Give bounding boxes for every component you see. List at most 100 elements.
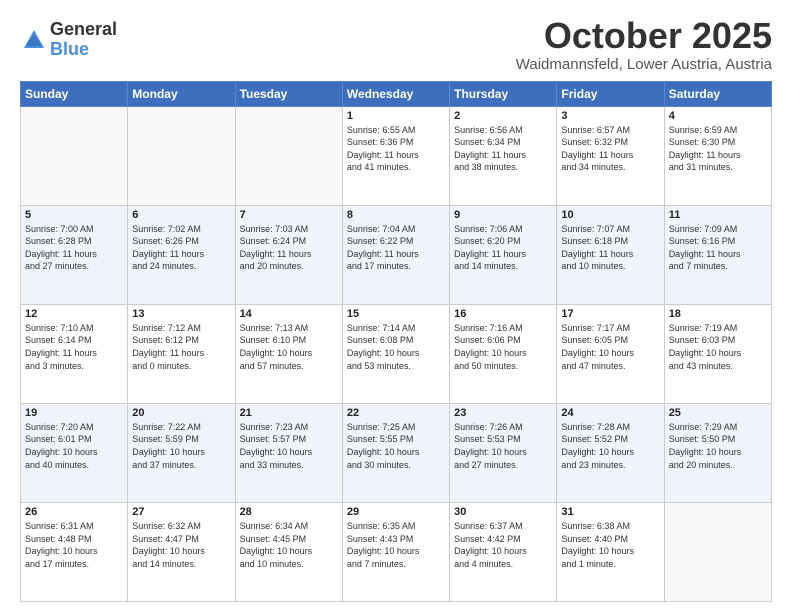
day-number: 17 (561, 308, 659, 320)
day-cell: 24Sunrise: 7:28 AM Sunset: 5:52 PM Dayli… (557, 403, 664, 502)
day-number: 23 (454, 407, 552, 419)
day-info: Sunrise: 7:02 AM Sunset: 6:26 PM Dayligh… (132, 223, 230, 273)
location: Waidmannsfeld, Lower Austria, Austria (516, 56, 772, 73)
day-cell: 16Sunrise: 7:16 AM Sunset: 6:06 PM Dayli… (450, 304, 557, 403)
day-info: Sunrise: 7:03 AM Sunset: 6:24 PM Dayligh… (240, 223, 338, 273)
month-title: October 2025 (516, 16, 772, 56)
day-cell (21, 106, 128, 205)
day-info: Sunrise: 6:56 AM Sunset: 6:34 PM Dayligh… (454, 124, 552, 174)
day-cell: 22Sunrise: 7:25 AM Sunset: 5:55 PM Dayli… (342, 403, 449, 502)
day-number: 27 (132, 506, 230, 518)
logo: General Blue (20, 20, 117, 60)
day-cell: 4 Sunrise: 6:59 AM Sunset: 6:30 PM Daylig… (664, 106, 771, 205)
weekday-header: Sunday (21, 81, 128, 106)
day-cell: 2 Sunrise: 6:56 AM Sunset: 6:34 PM Daylig… (450, 106, 557, 205)
day-info: Sunrise: 7:14 AM Sunset: 6:08 PM Dayligh… (347, 322, 445, 372)
day-number: 12 (25, 308, 123, 320)
weekday-header: Thursday (450, 81, 557, 106)
day-cell: 15 Sunrise: 7:14 AM Sunset: 6:08 PM Dayli… (342, 304, 449, 403)
day-cell: 8 Sunrise: 7:04 AM Sunset: 6:22 PM Daylig… (342, 205, 449, 304)
day-info: Sunrise: 7:17 AM Sunset: 6:05 PM Dayligh… (561, 322, 659, 372)
day-info: Sunrise: 6:55 AM Sunset: 6:36 PM Dayligh… (347, 124, 445, 174)
day-info: Sunrise: 7:06 AM Sunset: 6:20 PM Dayligh… (454, 223, 552, 273)
day-cell: 25 Sunrise: 7:29 AM Sunset: 5:50 PM Dayli… (664, 403, 771, 502)
day-number: 11 (669, 209, 767, 221)
day-info: Sunrise: 7:13 AM Sunset: 6:10 PM Dayligh… (240, 322, 338, 372)
day-cell: 23 Sunrise: 7:26 AM Sunset: 5:53 PM Dayli… (450, 403, 557, 502)
day-info: Sunrise: 7:26 AM Sunset: 5:53 PM Dayligh… (454, 421, 552, 471)
day-cell: 18Sunrise: 7:19 AM Sunset: 6:03 PM Dayli… (664, 304, 771, 403)
day-info: Sunrise: 6:35 AM Sunset: 4:43 PM Dayligh… (347, 520, 445, 570)
logo-icon (20, 26, 48, 54)
week-row: 26 Sunrise: 6:31 AM Sunset: 4:48 PM Dayli… (21, 502, 772, 601)
day-info: Sunrise: 7:20 AM Sunset: 6:01 PM Dayligh… (25, 421, 123, 471)
week-row: 1Sunrise: 6:55 AM Sunset: 6:36 PM Daylig… (21, 106, 772, 205)
day-info: Sunrise: 7:29 AM Sunset: 5:50 PM Dayligh… (669, 421, 767, 471)
day-cell: 11 Sunrise: 7:09 AM Sunset: 6:16 PM Dayli… (664, 205, 771, 304)
day-cell: 21 Sunrise: 7:23 AM Sunset: 5:57 PM Dayli… (235, 403, 342, 502)
day-number: 4 (669, 110, 767, 122)
day-number: 25 (669, 407, 767, 419)
day-cell: 13 Sunrise: 7:12 AM Sunset: 6:12 PM Dayli… (128, 304, 235, 403)
day-cell: 30 Sunrise: 6:37 AM Sunset: 4:42 PM Dayli… (450, 502, 557, 601)
week-row: 12 Sunrise: 7:10 AM Sunset: 6:14 PM Dayli… (21, 304, 772, 403)
day-info: Sunrise: 6:38 AM Sunset: 4:40 PM Dayligh… (561, 520, 659, 570)
day-number: 3 (561, 110, 659, 122)
header: General Blue October 2025 Waidmannsfeld,… (20, 16, 772, 73)
day-number: 5 (25, 209, 123, 221)
day-number: 15 (347, 308, 445, 320)
day-number: 14 (240, 308, 338, 320)
day-info: Sunrise: 7:12 AM Sunset: 6:12 PM Dayligh… (132, 322, 230, 372)
day-info: Sunrise: 7:25 AM Sunset: 5:55 PM Dayligh… (347, 421, 445, 471)
day-number: 30 (454, 506, 552, 518)
calendar: SundayMondayTuesdayWednesdayThursdayFrid… (20, 81, 772, 602)
day-cell: 28 Sunrise: 6:34 AM Sunset: 4:45 PM Dayli… (235, 502, 342, 601)
logo-general-text: General (50, 20, 117, 40)
day-info: Sunrise: 6:59 AM Sunset: 6:30 PM Dayligh… (669, 124, 767, 174)
day-cell (664, 502, 771, 601)
day-cell: 31Sunrise: 6:38 AM Sunset: 4:40 PM Dayli… (557, 502, 664, 601)
day-number: 9 (454, 209, 552, 221)
day-cell: 5 Sunrise: 7:00 AM Sunset: 6:28 PM Daylig… (21, 205, 128, 304)
day-number: 28 (240, 506, 338, 518)
day-number: 26 (25, 506, 123, 518)
day-number: 7 (240, 209, 338, 221)
day-cell: 6Sunrise: 7:02 AM Sunset: 6:26 PM Daylig… (128, 205, 235, 304)
weekday-header: Friday (557, 81, 664, 106)
day-info: Sunrise: 6:31 AM Sunset: 4:48 PM Dayligh… (25, 520, 123, 570)
page: General Blue October 2025 Waidmannsfeld,… (0, 0, 792, 612)
day-number: 29 (347, 506, 445, 518)
day-info: Sunrise: 7:09 AM Sunset: 6:16 PM Dayligh… (669, 223, 767, 273)
day-cell: 14 Sunrise: 7:13 AM Sunset: 6:10 PM Dayli… (235, 304, 342, 403)
day-cell (235, 106, 342, 205)
day-cell: 19 Sunrise: 7:20 AM Sunset: 6:01 PM Dayli… (21, 403, 128, 502)
day-info: Sunrise: 6:37 AM Sunset: 4:42 PM Dayligh… (454, 520, 552, 570)
day-info: Sunrise: 6:57 AM Sunset: 6:32 PM Dayligh… (561, 124, 659, 174)
day-cell: 26 Sunrise: 6:31 AM Sunset: 4:48 PM Dayli… (21, 502, 128, 601)
day-cell: 12 Sunrise: 7:10 AM Sunset: 6:14 PM Dayli… (21, 304, 128, 403)
day-cell: 3 Sunrise: 6:57 AM Sunset: 6:32 PM Daylig… (557, 106, 664, 205)
day-info: Sunrise: 7:07 AM Sunset: 6:18 PM Dayligh… (561, 223, 659, 273)
title-block: October 2025 Waidmannsfeld, Lower Austri… (516, 16, 772, 73)
day-number: 19 (25, 407, 123, 419)
day-info: Sunrise: 7:00 AM Sunset: 6:28 PM Dayligh… (25, 223, 123, 273)
day-info: Sunrise: 7:23 AM Sunset: 5:57 PM Dayligh… (240, 421, 338, 471)
day-cell: 17 Sunrise: 7:17 AM Sunset: 6:05 PM Dayli… (557, 304, 664, 403)
day-info: Sunrise: 7:10 AM Sunset: 6:14 PM Dayligh… (25, 322, 123, 372)
week-row: 5 Sunrise: 7:00 AM Sunset: 6:28 PM Daylig… (21, 205, 772, 304)
day-info: Sunrise: 6:32 AM Sunset: 4:47 PM Dayligh… (132, 520, 230, 570)
day-cell: 9 Sunrise: 7:06 AM Sunset: 6:20 PM Daylig… (450, 205, 557, 304)
day-info: Sunrise: 6:34 AM Sunset: 4:45 PM Dayligh… (240, 520, 338, 570)
day-number: 8 (347, 209, 445, 221)
day-number: 10 (561, 209, 659, 221)
day-number: 2 (454, 110, 552, 122)
header-row: SundayMondayTuesdayWednesdayThursdayFrid… (21, 81, 772, 106)
day-cell: 7 Sunrise: 7:03 AM Sunset: 6:24 PM Daylig… (235, 205, 342, 304)
day-cell: 29 Sunrise: 6:35 AM Sunset: 4:43 PM Dayli… (342, 502, 449, 601)
day-number: 21 (240, 407, 338, 419)
day-info: Sunrise: 7:28 AM Sunset: 5:52 PM Dayligh… (561, 421, 659, 471)
day-info: Sunrise: 7:04 AM Sunset: 6:22 PM Dayligh… (347, 223, 445, 273)
day-number: 13 (132, 308, 230, 320)
day-info: Sunrise: 7:19 AM Sunset: 6:03 PM Dayligh… (669, 322, 767, 372)
day-cell: 20Sunrise: 7:22 AM Sunset: 5:59 PM Dayli… (128, 403, 235, 502)
